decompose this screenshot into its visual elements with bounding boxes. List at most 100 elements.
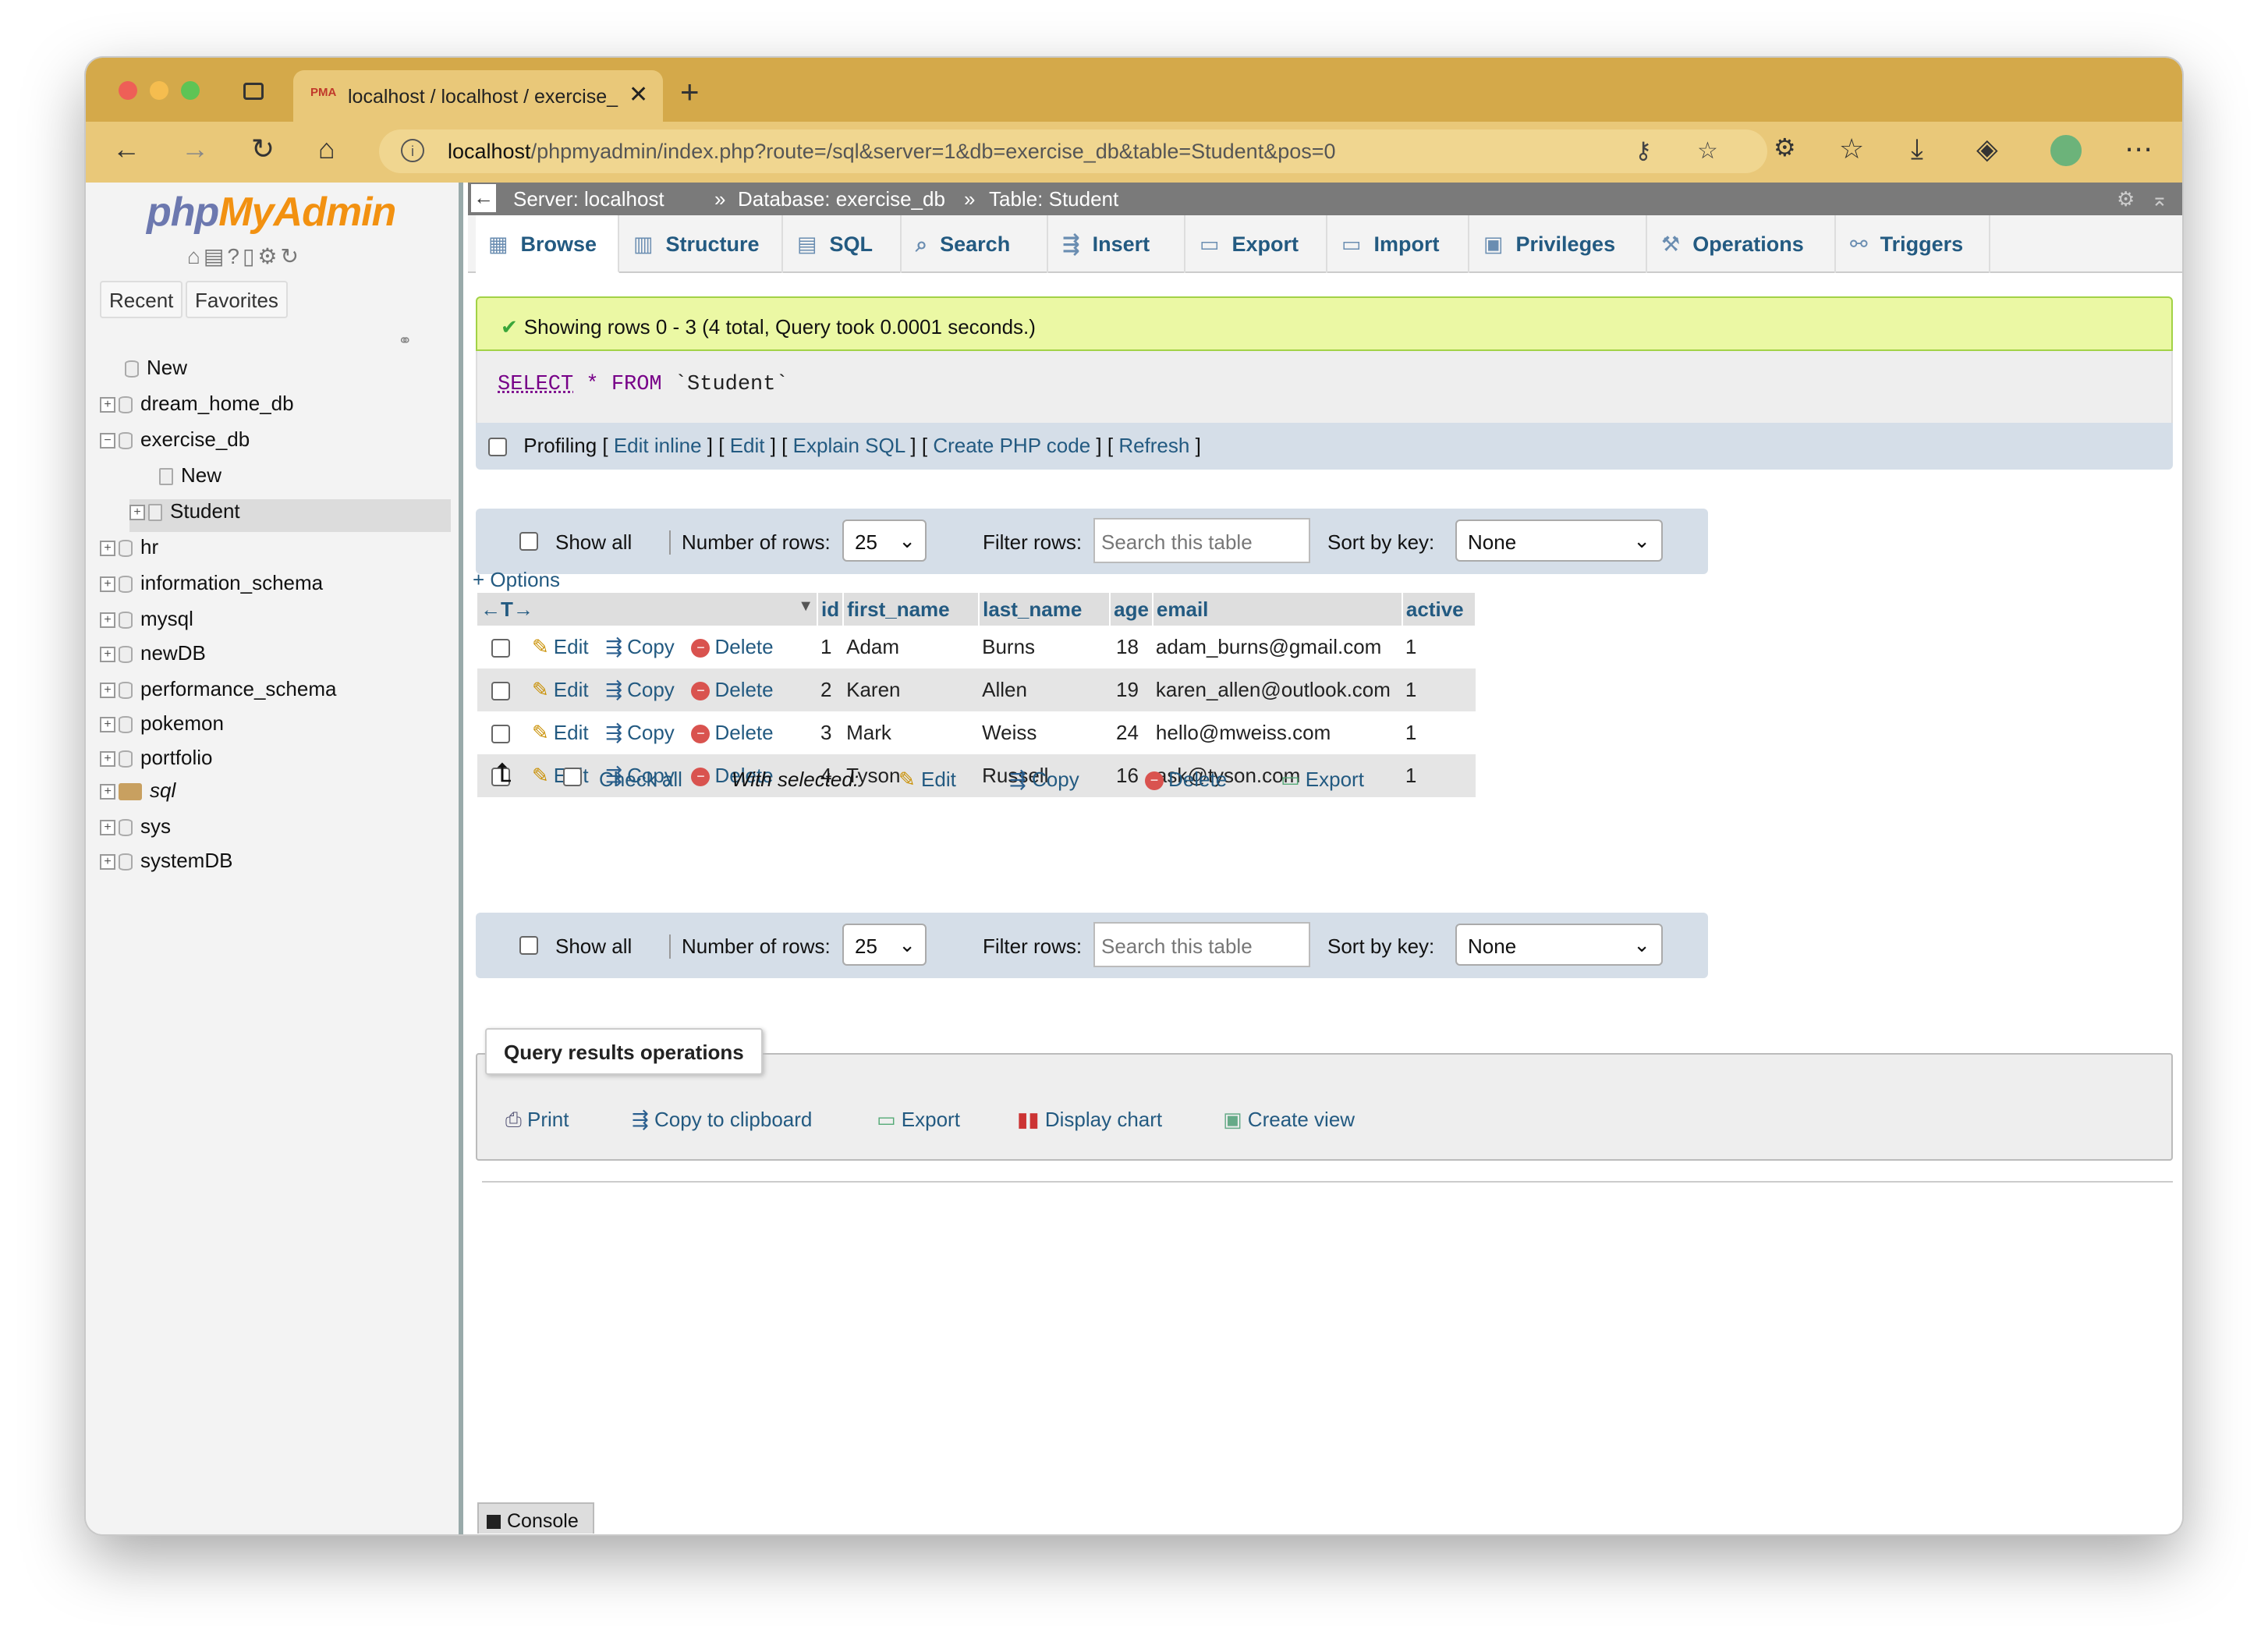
export-link[interactable]: ▭ Export	[877, 1108, 960, 1132]
settings-icon[interactable]: ⚙	[257, 244, 280, 268]
row-copy-link[interactable]: ⇶ Copy	[605, 635, 675, 658]
tree-item-portfolio[interactable]: + portfolio	[100, 746, 213, 778]
tree-item-performance-schema[interactable]: + performance_schema	[100, 677, 336, 710]
row-checkbox[interactable]	[491, 639, 510, 658]
sql-query-display[interactable]: SELECT * FROM `Student`	[476, 351, 2173, 423]
cell[interactable]: 1	[1402, 626, 1476, 668]
column-resize-handle[interactable]: ←T→ ▼	[477, 593, 818, 626]
column-header-email[interactable]: email	[1152, 593, 1403, 626]
zoom-window-button[interactable]	[181, 81, 200, 100]
edit-inline-link[interactable]: Edit inline	[614, 434, 702, 457]
cell[interactable]: 1	[1402, 711, 1476, 754]
column-header-last-name[interactable]: last_name	[979, 593, 1111, 626]
breadcrumb-server[interactable]: Server: localhost	[513, 187, 664, 211]
show-all-checkbox[interactable]	[519, 532, 538, 551]
more-menu-icon[interactable]: ⋯	[2124, 133, 2153, 165]
cell[interactable]: 1	[1402, 668, 1476, 711]
tab-sql[interactable]: ▤ SQL	[785, 215, 902, 273]
reload-nav-icon[interactable]: ↻	[281, 244, 302, 268]
close-tab-icon[interactable]: ✕	[629, 81, 648, 108]
close-window-button[interactable]	[119, 81, 137, 100]
address-bar[interactable]: i localhost/phpmyadmin/index.php?route=/…	[379, 129, 1767, 173]
expand-icon[interactable]: +	[100, 576, 115, 593]
bulk-copy-button[interactable]: ⇶ Copy	[1009, 768, 1079, 792]
explain-sql-link[interactable]: Explain SQL	[793, 434, 905, 457]
row-copy-link[interactable]: ⇶ Copy	[605, 678, 675, 701]
link-with-main-icon[interactable]: ⚭	[398, 331, 412, 351]
cell[interactable]: Burns	[979, 626, 1111, 668]
sort-by-key-select[interactable]: None ⌄	[1455, 924, 1663, 966]
help-icon[interactable]: ?	[227, 244, 243, 268]
expand-icon[interactable]: +	[100, 717, 115, 733]
tree-item-hr[interactable]: + hr	[100, 535, 158, 568]
cell[interactable]: Allen	[979, 668, 1111, 711]
add-favorite-icon[interactable]: ☆	[1697, 137, 1718, 165]
favorites-icon[interactable]: ☆	[1839, 133, 1864, 165]
expand-icon[interactable]: +	[100, 820, 115, 836]
profile-avatar[interactable]	[2048, 133, 2084, 168]
bulk-edit-button[interactable]: ✎ Edit	[898, 768, 956, 792]
new-tab-icon[interactable]: +	[680, 73, 700, 111]
display-chart-link[interactable]: ▮▮ Display chart	[1017, 1108, 1162, 1132]
options-link[interactable]: + Options	[473, 568, 560, 592]
cell[interactable]: Karen	[843, 668, 980, 711]
tree-item-student[interactable]: + Student	[129, 499, 451, 532]
cell[interactable]: Mark	[843, 711, 980, 754]
key-icon[interactable]: ⚷	[1635, 137, 1652, 165]
row-edit-link[interactable]: ✎Edit	[532, 635, 589, 658]
row-delete-link[interactable]: − Delete	[691, 678, 774, 701]
cell[interactable]: adam_burns@gmail.com	[1152, 626, 1402, 668]
num-rows-select[interactable]: 25 ⌄	[842, 924, 927, 966]
num-rows-select[interactable]: 25 ⌄	[842, 520, 927, 562]
browser-essentials-icon[interactable]: ◈	[1976, 133, 1998, 165]
copy-to-clipboard-link[interactable]: ⇶ Copy to clipboard	[632, 1108, 812, 1132]
row-checkbox[interactable]	[491, 725, 510, 744]
tab-privileges[interactable]: ▣ Privileges	[1471, 215, 1647, 273]
tab-structure[interactable]: ▥ Structure	[621, 215, 783, 273]
bulk-delete-button[interactable]: − Delete	[1145, 768, 1227, 792]
tab-search[interactable]: ⌕ Search	[903, 215, 1048, 273]
row-checkbox[interactable]	[491, 682, 510, 701]
column-header-id[interactable]: id	[817, 593, 845, 626]
docs-icon[interactable]: ▯	[243, 244, 257, 268]
refresh-link[interactable]: Refresh	[1118, 434, 1189, 457]
expand-icon[interactable]: +	[100, 854, 115, 871]
tree-item-pokemon[interactable]: + pokemon	[100, 711, 224, 744]
print-link[interactable]: ⎙ Print	[505, 1108, 569, 1133]
browser-tab[interactable]: PMA localhost / localhost / exercise_ ✕	[293, 70, 663, 122]
row-edit-link[interactable]: ✎Edit	[532, 678, 589, 701]
check-all-checkbox[interactable]	[563, 768, 582, 786]
expand-icon[interactable]: +	[100, 647, 115, 663]
back-icon[interactable]: ←	[112, 133, 140, 165]
column-header-age[interactable]: age	[1110, 593, 1153, 626]
expand-icon[interactable]: +	[129, 505, 145, 521]
tree-item-mysql[interactable]: + mysql	[100, 607, 193, 640]
row-edit-link[interactable]: ✎Edit	[532, 721, 589, 744]
tab-operations[interactable]: ⚒ Operations	[1649, 215, 1836, 273]
home-icon[interactable]: ⌂	[187, 244, 204, 268]
cell[interactable]: 19	[1110, 668, 1153, 711]
tree-item-newdb[interactable]: + newDB	[100, 641, 206, 674]
collapse-nav-icon[interactable]: ←	[471, 184, 496, 212]
collapse-icon[interactable]: −	[100, 433, 115, 449]
row-copy-link[interactable]: ⇶ Copy	[605, 721, 675, 744]
minimize-window-button[interactable]	[150, 81, 168, 100]
cell[interactable]: hello@mweiss.com	[1152, 711, 1402, 754]
expand-icon[interactable]: +	[100, 397, 115, 413]
column-header-first-name[interactable]: first_name	[843, 593, 980, 626]
info-icon[interactable]: i	[401, 139, 424, 162]
cell[interactable]: 18	[1110, 626, 1153, 668]
filter-rows-input[interactable]: Search this table	[1093, 518, 1310, 563]
settings-gear-icon[interactable]: ⚙	[2117, 187, 2135, 211]
collapse-top-icon[interactable]: ⌅	[2151, 187, 2168, 211]
cell[interactable]: 1	[817, 626, 844, 668]
expand-icon[interactable]: +	[100, 541, 115, 557]
tree-item-sys[interactable]: + sys	[100, 814, 171, 847]
tab-export[interactable]: ▭ Export	[1187, 215, 1327, 273]
sort-dropdown-icon[interactable]: ▼	[798, 598, 813, 615]
filter-rows-input[interactable]: Search this table	[1093, 922, 1310, 967]
recent-button[interactable]: Recent	[100, 281, 183, 318]
downloads-icon[interactable]: ⤓	[1911, 133, 1923, 166]
create-php-code-link[interactable]: Create PHP code	[933, 434, 1090, 457]
expand-icon[interactable]: +	[100, 751, 115, 768]
